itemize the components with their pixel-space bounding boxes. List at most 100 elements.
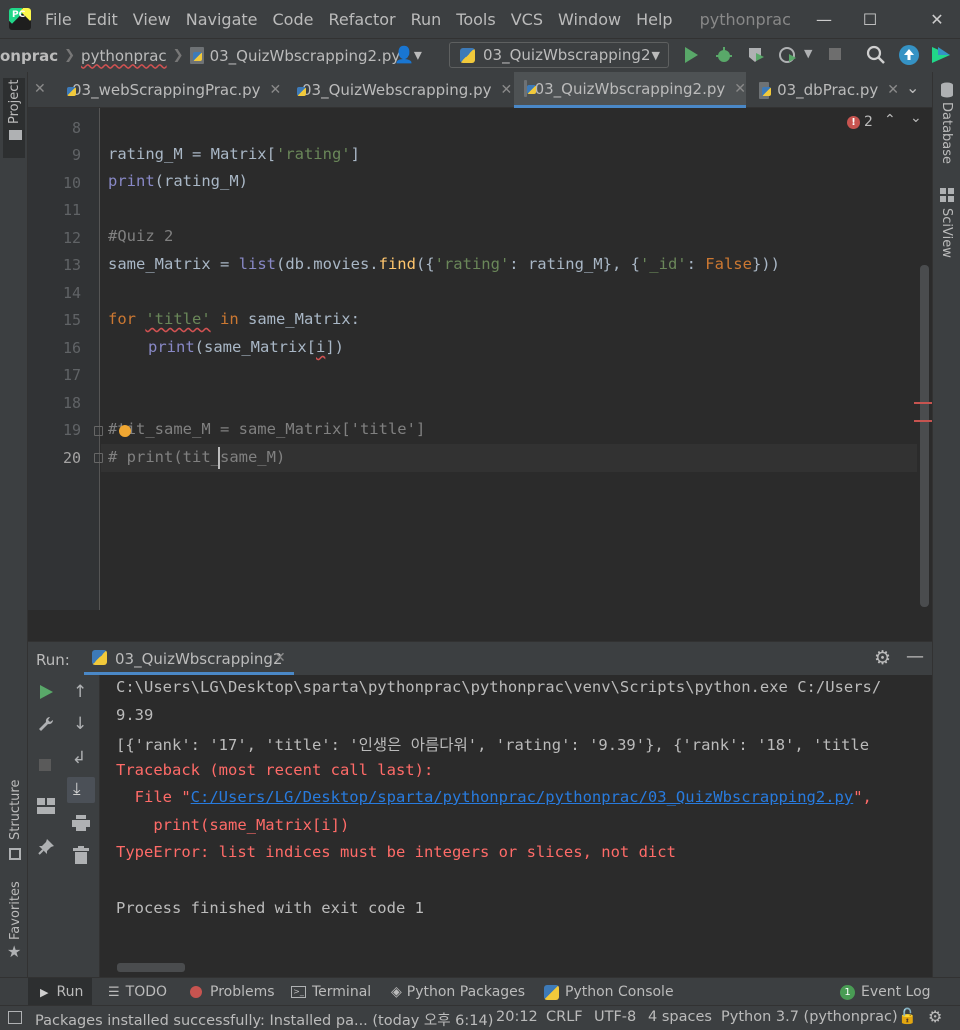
sciview-icon: [940, 188, 954, 202]
run-icon[interactable]: [683, 46, 699, 64]
tab-quizwbscrapping2[interactable]: 03_QuizWbscrapping2.py ✕: [514, 72, 746, 108]
menu-edit[interactable]: Edit: [87, 10, 118, 29]
stop-icon[interactable]: [829, 48, 841, 60]
project-tool-label[interactable]: Project: [7, 80, 22, 124]
menu-vcs[interactable]: VCS: [511, 10, 543, 29]
file-encoding[interactable]: UTF-8: [594, 1009, 636, 1025]
python-packages-tool-button[interactable]: ◈ Python Packages: [391, 978, 525, 1006]
chevron-down-icon[interactable]: ▼: [804, 47, 812, 60]
layout-icon[interactable]: [37, 798, 55, 814]
soft-wrap-icon[interactable]: ↲: [72, 748, 86, 768]
arrow-down-icon[interactable]: ↓: [73, 714, 87, 734]
menu-help[interactable]: Help: [636, 10, 672, 29]
menu-run[interactable]: Run: [411, 10, 442, 29]
close-icon[interactable]: ✕: [500, 82, 512, 98]
todo-tool-button[interactable]: ☰ TODO: [108, 978, 167, 1006]
fold-icon[interactable]: [94, 453, 103, 463]
close-icon[interactable]: ✕: [887, 82, 899, 98]
tab-webscrappingprac[interactable]: 03_webScrappingPrac.py ✕: [54, 72, 282, 108]
run-toolbar-primary: [28, 675, 62, 977]
event-log-tool-button[interactable]: 1 Event Log: [840, 978, 931, 1006]
next-error-icon[interactable]: ⌄: [910, 110, 922, 126]
error-stripe-mark[interactable]: [914, 402, 932, 404]
arrow-up-icon[interactable]: ↑: [73, 682, 87, 702]
line-number-gutter: 8 9 10 11 12 13 14 15 16 17 18 19 20: [28, 108, 103, 610]
database-tool-label[interactable]: Database: [939, 102, 954, 164]
profile-icon[interactable]: [778, 45, 798, 65]
chevron-down-icon[interactable]: ⌄: [906, 78, 919, 97]
menu-code[interactable]: Code: [273, 10, 314, 29]
trash-icon[interactable]: [73, 846, 89, 864]
python-console-tool-button[interactable]: Python Console: [544, 978, 674, 1006]
scroll-to-end-button[interactable]: [67, 777, 95, 803]
previous-error-icon[interactable]: ⌃: [884, 112, 896, 128]
close-icon[interactable]: ✕: [734, 81, 746, 97]
structure-tool-label[interactable]: Structure: [8, 780, 23, 840]
stop-icon[interactable]: [39, 759, 51, 771]
python-icon: [544, 984, 559, 1000]
sciview-tool-label[interactable]: SciView: [939, 208, 954, 258]
code-line-10: print(rating_M): [108, 172, 248, 190]
menu-window[interactable]: Window: [558, 10, 621, 29]
lightbulb-icon[interactable]: [119, 425, 131, 437]
run-panel-label: Run:: [36, 651, 70, 669]
console-horizontal-scrollbar[interactable]: [117, 963, 185, 972]
tab-label: 03_QuizWbscrapping2.py: [534, 79, 726, 98]
status-message[interactable]: Packages installed successfully: Install…: [35, 1009, 493, 1030]
python-interpreter[interactable]: Python 3.7 (pythonprac): [721, 1009, 898, 1025]
jetbrains-toolbox-icon[interactable]: [930, 44, 952, 66]
indent-setting[interactable]: 4 spaces: [648, 1009, 712, 1025]
line-separator[interactable]: CRLF: [546, 1009, 583, 1025]
tab-quizwebscrapping[interactable]: 03_QuizWebscrapping.py ✕: [284, 72, 512, 108]
maximize-icon[interactable]: ☐: [847, 0, 893, 38]
breadcrumb-project[interactable]: onprac: [0, 47, 58, 65]
fold-icon[interactable]: [94, 426, 103, 436]
python-icon: [92, 650, 107, 665]
line-number: 18: [62, 394, 81, 412]
terminal-tool-button[interactable]: >_ Terminal: [291, 978, 371, 1006]
user-icon[interactable]: 👤▾: [394, 45, 422, 64]
rerun-icon[interactable]: [38, 684, 54, 700]
run-tool-button[interactable]: ▶ Run: [28, 978, 92, 1006]
error-icon: [190, 986, 202, 998]
menu-file[interactable]: File: [45, 10, 72, 29]
line-number: 16: [62, 339, 81, 357]
pin-icon[interactable]: [37, 838, 55, 856]
menu-refactor[interactable]: Refactor: [328, 10, 395, 29]
debug-icon[interactable]: [714, 45, 734, 65]
console-output[interactable]: C:\Users\LG\Desktop\sparta\pythonprac\py…: [100, 675, 932, 977]
menu-tools[interactable]: Tools: [456, 10, 495, 29]
editor-scrollbar[interactable]: [920, 265, 929, 607]
window-title: pythonprac: [699, 9, 791, 29]
code-line-13: same_Matrix = list(db.movies.find({'rati…: [108, 255, 780, 273]
tool-windows-toggle-icon[interactable]: [8, 1011, 22, 1024]
menu-view[interactable]: View: [133, 10, 171, 29]
error-stripe-mark[interactable]: [914, 420, 932, 422]
favorites-tool-label[interactable]: Favorites: [8, 881, 23, 940]
traceback-file-link[interactable]: C:/Users/LG/Desktop/sparta/pythonprac/py…: [191, 788, 854, 806]
close-icon[interactable]: ✕: [914, 0, 960, 38]
breadcrumb-separator-icon: ❯: [64, 48, 76, 63]
close-icon[interactable]: ✕: [274, 650, 286, 666]
wrench-icon[interactable]: [37, 715, 55, 733]
problems-tool-button[interactable]: Problems: [190, 978, 275, 1006]
tab-dbprac[interactable]: 03_dbPrac.py ✕: [749, 72, 899, 108]
settings-gear-icon[interactable]: ⚙: [874, 647, 891, 669]
caret-position[interactable]: 20:12: [496, 1009, 538, 1025]
menu-navigate[interactable]: Navigate: [186, 10, 258, 29]
close-icon[interactable]: ✕: [34, 81, 46, 97]
close-icon[interactable]: ✕: [270, 82, 282, 98]
run-configuration-select[interactable]: 03_QuizWbscrapping2 ▼: [449, 42, 669, 68]
inspection-icon[interactable]: ⚙: [928, 1007, 942, 1026]
search-icon[interactable]: [866, 45, 886, 65]
error-count[interactable]: 2: [864, 114, 873, 130]
breadcrumb-file[interactable]: 03_QuizWbscrapping2.py: [210, 47, 401, 65]
update-icon[interactable]: [898, 44, 920, 66]
lock-icon[interactable]: 🔓: [898, 1007, 917, 1025]
hide-panel-icon[interactable]: —: [906, 646, 924, 667]
print-icon[interactable]: [72, 815, 90, 831]
minimize-icon[interactable]: —: [801, 0, 847, 38]
breadcrumb-folder[interactable]: pythonprac: [81, 47, 167, 65]
coverage-icon[interactable]: [746, 45, 766, 65]
run-tab[interactable]: 03_QuizWbscrapping2 ✕: [84, 642, 294, 675]
